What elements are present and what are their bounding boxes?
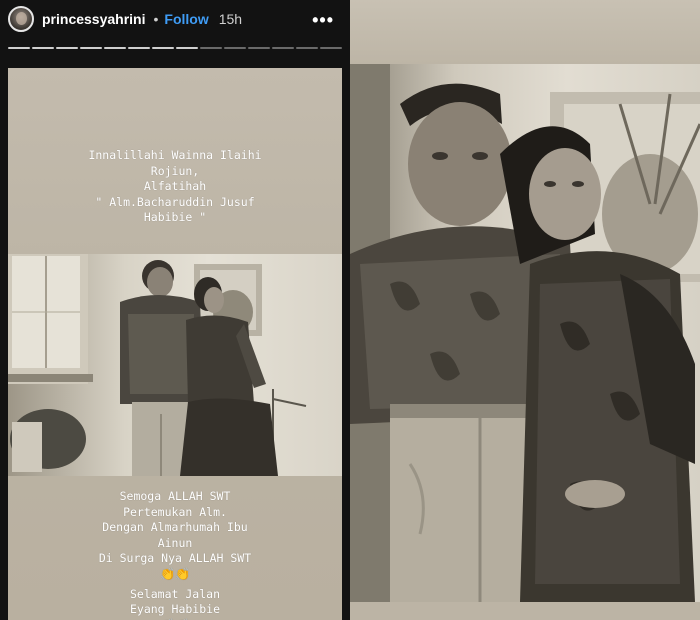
story-panel-left[interactable]: princessyahrini • Follow 15h ••• Innalil… [0,0,350,620]
timestamp: 15h [218,11,243,27]
progress-segment [8,47,30,49]
progress-segment [104,47,126,49]
story-background-bottom [350,602,700,620]
message-line: Semoga ALLAH SWT [119,489,231,503]
follow-button[interactable]: Follow [164,11,208,27]
message-line: Ainun [157,535,193,550]
message-line: Selamat Jalan [129,586,220,601]
progress-segment [248,47,270,49]
username[interactable]: princessyahrini [42,11,146,27]
message-line: Dengan Almarhumah Ibu [102,520,248,534]
message-line: Innalillahi Wainna Ilaihi [88,148,262,162]
more-options-icon[interactable]: ••• [312,10,334,31]
story-card: Innalillahi Wainna Ilaihi Rojiun, Alfati… [8,68,342,620]
condolence-message: Innalillahi Wainna Ilaihi Rojiun, Alfati… [8,148,342,226]
story-header: princessyahrini • Follow 15h [0,0,350,38]
progress-segment [176,47,198,49]
story-background-top [350,0,700,64]
progress-segment [56,47,78,49]
couple-photo-large [350,64,700,602]
progress-segment [200,47,222,49]
message-line: Alfatihah [143,179,207,193]
progress-segment [272,47,294,49]
message-line: Pertemukan Alm. [123,504,227,519]
story-progress-bar [8,47,342,50]
progress-segment [320,47,342,49]
progress-segment [152,47,174,49]
progress-segment [224,47,246,49]
separator-dot: • [153,11,159,27]
avatar[interactable] [8,6,34,32]
message-line: Di Surga Nya ALLAH SWT [98,551,252,565]
progress-segment [296,47,318,49]
message-line: Rojiun, [150,163,200,178]
progress-segment [80,47,102,49]
progress-segment [128,47,150,49]
prayer-message: Semoga ALLAH SWT Pertemukan Alm. Dengan … [8,489,342,620]
message-line: " Alm.Bacharuddin Jusuf [95,194,255,209]
message-line: Eyang Habibie [129,602,220,616]
story-panel-right[interactable] [350,0,700,620]
message-line: Habibie " [143,210,207,224]
clapping-hands-emoji: 👏👏 [160,566,190,581]
couple-photo-small [8,254,342,476]
progress-segment [32,47,54,49]
